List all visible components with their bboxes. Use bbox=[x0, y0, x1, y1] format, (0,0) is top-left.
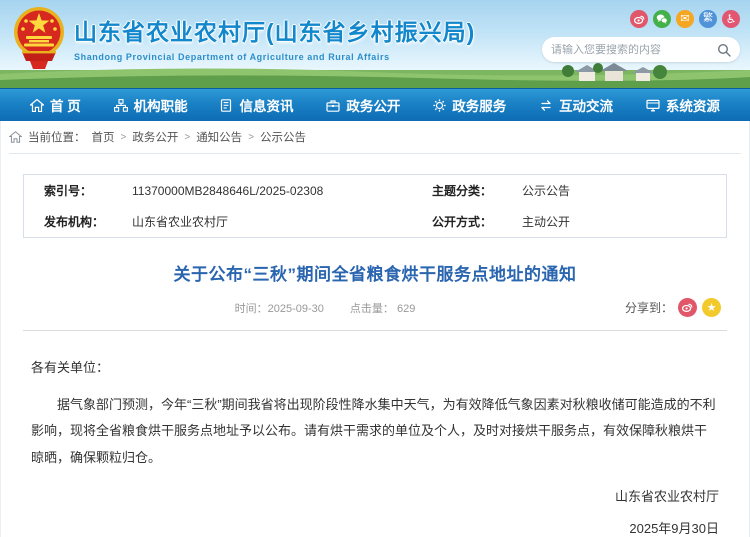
nav-label: 机构职能 bbox=[134, 95, 188, 115]
nav-label: 政务服务 bbox=[452, 95, 506, 115]
mail-icon[interactable]: ✉ bbox=[676, 10, 694, 28]
nav-item-interaction[interactable]: 互动交流 bbox=[539, 95, 613, 115]
search-box[interactable] bbox=[542, 37, 740, 62]
article-meta-row: 时间：2025-09-30 点击量： 629 分享到： ★ bbox=[1, 300, 749, 320]
share-label: 分享到： bbox=[625, 299, 673, 316]
nav-item-gov-services[interactable]: 政务服务 bbox=[433, 95, 506, 115]
gear-icon bbox=[433, 99, 446, 112]
clicks-label: 点击量： bbox=[350, 303, 394, 315]
breadcrumb-item-home[interactable]: 首页 bbox=[92, 129, 115, 145]
publisher-value: 山东省农业农村厅 bbox=[132, 206, 412, 237]
nav-label: 政务公开 bbox=[346, 95, 400, 115]
exchange-arrows-icon bbox=[539, 99, 553, 112]
breadcrumb-label: 当前位置： bbox=[28, 129, 86, 145]
topic-category-value: 公示公告 bbox=[522, 175, 726, 206]
topic-category-label: 主题分类： bbox=[412, 175, 522, 206]
search-icon[interactable] bbox=[717, 43, 731, 57]
body-paragraph: 据气象部门预测，今年“三秋”期间我省将出现阶段性降水集中天气，为有效降低气象因素… bbox=[31, 392, 719, 472]
clicks-value: 629 bbox=[397, 303, 415, 315]
header-landscape-art bbox=[0, 58, 750, 88]
org-chart-icon bbox=[114, 99, 128, 112]
nav-label: 互动交流 bbox=[559, 95, 613, 115]
breadcrumb-item-disclosure[interactable]: 政务公开 bbox=[132, 129, 178, 145]
time-value: 2025-09-30 bbox=[268, 303, 324, 315]
nav-label: 信息资讯 bbox=[239, 95, 293, 115]
disclosure-method-value: 主动公开 bbox=[522, 206, 726, 237]
index-number-value: 11370000MB2848646L/2025-02308 bbox=[132, 175, 412, 206]
document-icon bbox=[220, 99, 233, 112]
page-body: 当前位置： 首页 > 政务公开 > 通知公告 > 公示公告 索引号： 11370… bbox=[0, 121, 750, 537]
site-title: 山东省农业农村厅(山东省乡村振兴局) bbox=[74, 13, 475, 47]
traditional-chinese-icon[interactable]: 繁 bbox=[699, 10, 717, 28]
quick-links: ✉ 繁 ♿ bbox=[630, 10, 740, 28]
share-bar: 分享到： ★ bbox=[625, 298, 721, 317]
site-header: 山东省农业农村厅(山东省乡村振兴局) Shandong Provincial D… bbox=[0, 0, 750, 88]
article-body: 各有关单位： 据气象部门预测，今年“三秋”期间我省将出现阶段性降水集中天气，为有… bbox=[31, 355, 719, 472]
breadcrumb-separator: > bbox=[121, 132, 127, 143]
accessibility-icon[interactable]: ♿ bbox=[722, 10, 740, 28]
disclosure-method-label: 公开方式： bbox=[412, 206, 522, 237]
share-qzone-icon[interactable]: ★ bbox=[702, 298, 721, 317]
index-number-label: 索引号： bbox=[24, 175, 132, 206]
national-emblem bbox=[12, 5, 66, 75]
nav-item-functions[interactable]: 机构职能 bbox=[114, 95, 188, 115]
nav-label: 系统资源 bbox=[666, 95, 720, 115]
home-icon bbox=[30, 99, 44, 112]
breadcrumb-item-announcements[interactable]: 公示公告 bbox=[260, 129, 306, 145]
nav-item-news[interactable]: 信息资讯 bbox=[220, 95, 293, 115]
search-input[interactable] bbox=[551, 44, 717, 56]
home-outline-icon bbox=[9, 131, 22, 143]
nav-label: 首 页 bbox=[50, 95, 81, 115]
breadcrumb-separator: > bbox=[184, 132, 190, 143]
breadcrumb-item-notices[interactable]: 通知公告 bbox=[196, 129, 242, 145]
briefcase-icon bbox=[326, 99, 340, 112]
signature-org: 山东省农业农村厅 bbox=[31, 486, 719, 505]
publisher-label: 发布机构： bbox=[24, 206, 132, 237]
salutation: 各有关单位： bbox=[31, 355, 719, 382]
main-nav: 首 页 机构职能 信息资讯 政务公开 政务服务 互动交流 系统资源 bbox=[0, 88, 750, 121]
site-subtitle-english: Shandong Provincial Department of Agricu… bbox=[74, 52, 475, 62]
weibo-icon[interactable] bbox=[630, 10, 648, 28]
article-meta: 时间：2025-09-30 点击量： 629 bbox=[1, 300, 649, 316]
wechat-icon[interactable] bbox=[653, 10, 671, 28]
signature-date: 2025年9月30日 bbox=[31, 518, 719, 537]
share-weibo-icon[interactable] bbox=[678, 298, 697, 317]
nav-item-home[interactable]: 首 页 bbox=[30, 95, 81, 115]
breadcrumb-separator: > bbox=[248, 132, 254, 143]
time-label: 时间： bbox=[235, 303, 268, 315]
monitor-icon bbox=[646, 99, 660, 112]
article-title: 关于公布“三秋”期间全省粮食烘干服务点地址的通知 bbox=[1, 260, 749, 285]
breadcrumb: 当前位置： 首页 > 政务公开 > 通知公告 > 公示公告 bbox=[9, 121, 741, 154]
divider bbox=[23, 330, 727, 331]
nav-item-gov-disclosure[interactable]: 政务公开 bbox=[326, 95, 400, 115]
document-meta-table: 索引号： 11370000MB2848646L/2025-02308 主题分类：… bbox=[23, 174, 727, 238]
nav-item-resources[interactable]: 系统资源 bbox=[646, 95, 720, 115]
